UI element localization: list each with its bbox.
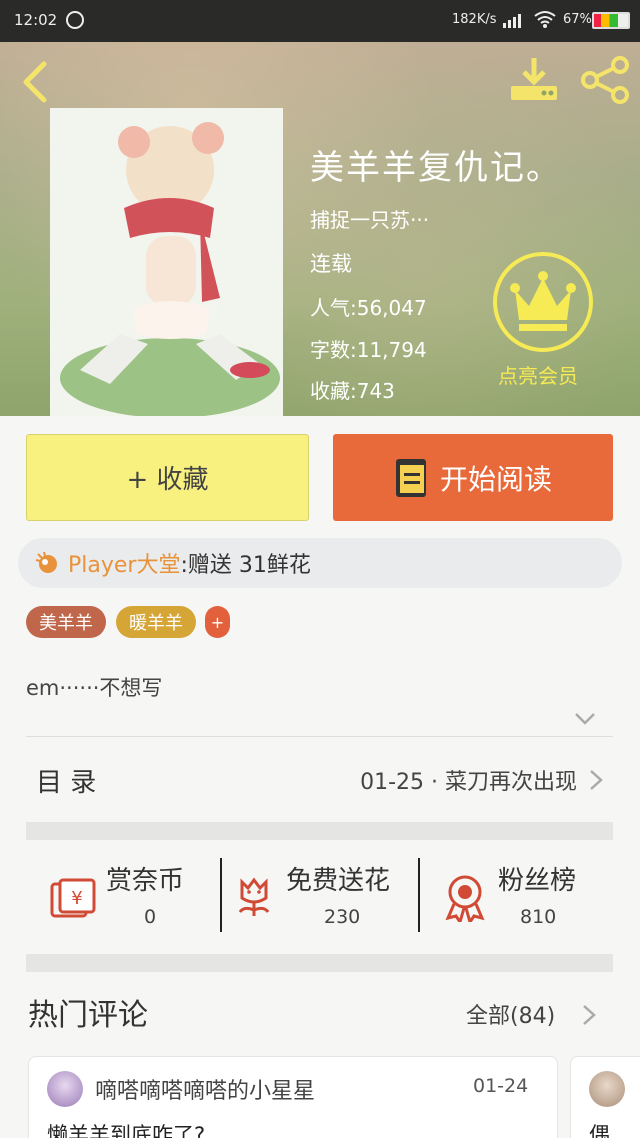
chevron-right-icon[interactable] <box>582 1004 596 1026</box>
chevron-down-icon[interactable] <box>574 712 596 726</box>
member-badge[interactable] <box>493 252 593 352</box>
stat-divider <box>418 858 420 932</box>
book-icon <box>395 458 426 497</box>
gift-ticker[interactable]: Player大堂 :赠送 31鲜花 <box>18 538 622 588</box>
status-bar: 12:02 182K/s 67% <box>0 0 640 42</box>
tag-chip[interactable]: 暖羊羊 <box>116 606 196 638</box>
cover-illustration <box>50 108 283 416</box>
book-cover[interactable] <box>50 108 283 416</box>
free-flower-stat[interactable]: 免费送花 230 <box>228 848 413 948</box>
ticker-message: :赠送 31鲜花 <box>180 553 311 578</box>
start-reading-label: 开始阅读 <box>439 462 552 496</box>
section-separator <box>26 822 613 840</box>
divider <box>26 736 613 737</box>
wifi-icon <box>534 11 556 28</box>
battery-icon <box>592 12 630 29</box>
book-intro: 捕捉一只苏··· <box>310 208 430 232</box>
section-separator <box>26 954 613 972</box>
catalog-label: 目 录 <box>36 768 97 798</box>
book-header: 美羊羊复仇记。 捕捉一只苏··· 连载 人气:56,047 字数:11,794 … <box>0 42 640 416</box>
all-comments-link[interactable]: 全部(84) <box>466 998 555 1030</box>
comment-user[interactable]: 嘀嗒嘀嗒嘀嗒的小星星 <box>95 1073 315 1105</box>
reward-coin-label: 赏奈币 <box>106 866 185 896</box>
tag-chip[interactable]: 美羊羊 <box>26 606 106 638</box>
member-label[interactable]: 点亮会员 <box>498 360 578 389</box>
add-tag-button[interactable]: + <box>205 606 230 638</box>
svg-text:¥: ¥ <box>71 888 82 909</box>
crown-icon <box>510 271 576 331</box>
book-status: 连载 <box>310 252 352 276</box>
net-speed: 182K/s <box>452 12 497 27</box>
signal-icon <box>503 14 521 28</box>
book-word-count: 字数:11,794 <box>310 338 427 362</box>
catalog-row[interactable]: 目 录 01-25 · 菜刀再次出现 <box>26 738 613 820</box>
ticker-user[interactable]: Player大堂 <box>68 547 180 579</box>
red-envelope-icon: ¥ <box>50 878 96 918</box>
free-flower-value: 230 <box>324 906 361 928</box>
fan-rank-label: 粉丝榜 <box>498 866 577 896</box>
book-favorites: 收藏:743 <box>310 379 395 403</box>
free-flower-label: 免费送花 <box>286 866 391 896</box>
battery-percent: 67% <box>563 12 592 27</box>
share-icon[interactable] <box>580 56 630 104</box>
status-time: 12:02 <box>14 11 58 29</box>
reward-coin-value: 0 <box>144 906 157 928</box>
latest-chapter: 01-25 · 菜刀再次出现 <box>360 770 577 795</box>
comments-title: 热门评论 <box>28 998 148 1033</box>
comment-text: 偶 <box>589 1123 610 1138</box>
stat-divider <box>220 858 222 932</box>
avatar[interactable] <box>589 1071 625 1107</box>
comment-date: 01-24 <box>473 1075 529 1097</box>
book-popularity: 人气:56,047 <box>310 296 427 320</box>
fan-rank-stat[interactable]: 粉丝榜 810 <box>440 848 615 948</box>
chevron-right-icon <box>590 770 603 790</box>
fan-rank-value: 810 <box>520 906 557 928</box>
book-title: 美羊羊复仇记。 <box>310 148 562 188</box>
reward-coin-stat[interactable]: ¥ 赏奈币 0 <box>40 848 215 948</box>
back-icon[interactable] <box>18 60 52 104</box>
flower-icon <box>35 551 57 573</box>
avatar[interactable] <box>47 1071 83 1107</box>
collect-button[interactable]: + 收藏 <box>26 434 309 521</box>
download-icon[interactable] <box>508 56 560 102</box>
comment-card[interactable]: 偶 <box>570 1056 640 1138</box>
notification-icon <box>66 11 84 29</box>
book-description: em······不想写 <box>26 676 163 700</box>
comment-card[interactable]: 嘀嗒嘀嗒嘀嗒的小星星 01-24 懒羊羊到底咋了? <box>28 1056 558 1138</box>
start-reading-button[interactable]: 开始阅读 <box>333 434 613 521</box>
flower-icon <box>238 877 270 916</box>
comment-text: 懒羊羊到底咋了? <box>47 1123 206 1138</box>
medal-icon <box>445 875 485 922</box>
